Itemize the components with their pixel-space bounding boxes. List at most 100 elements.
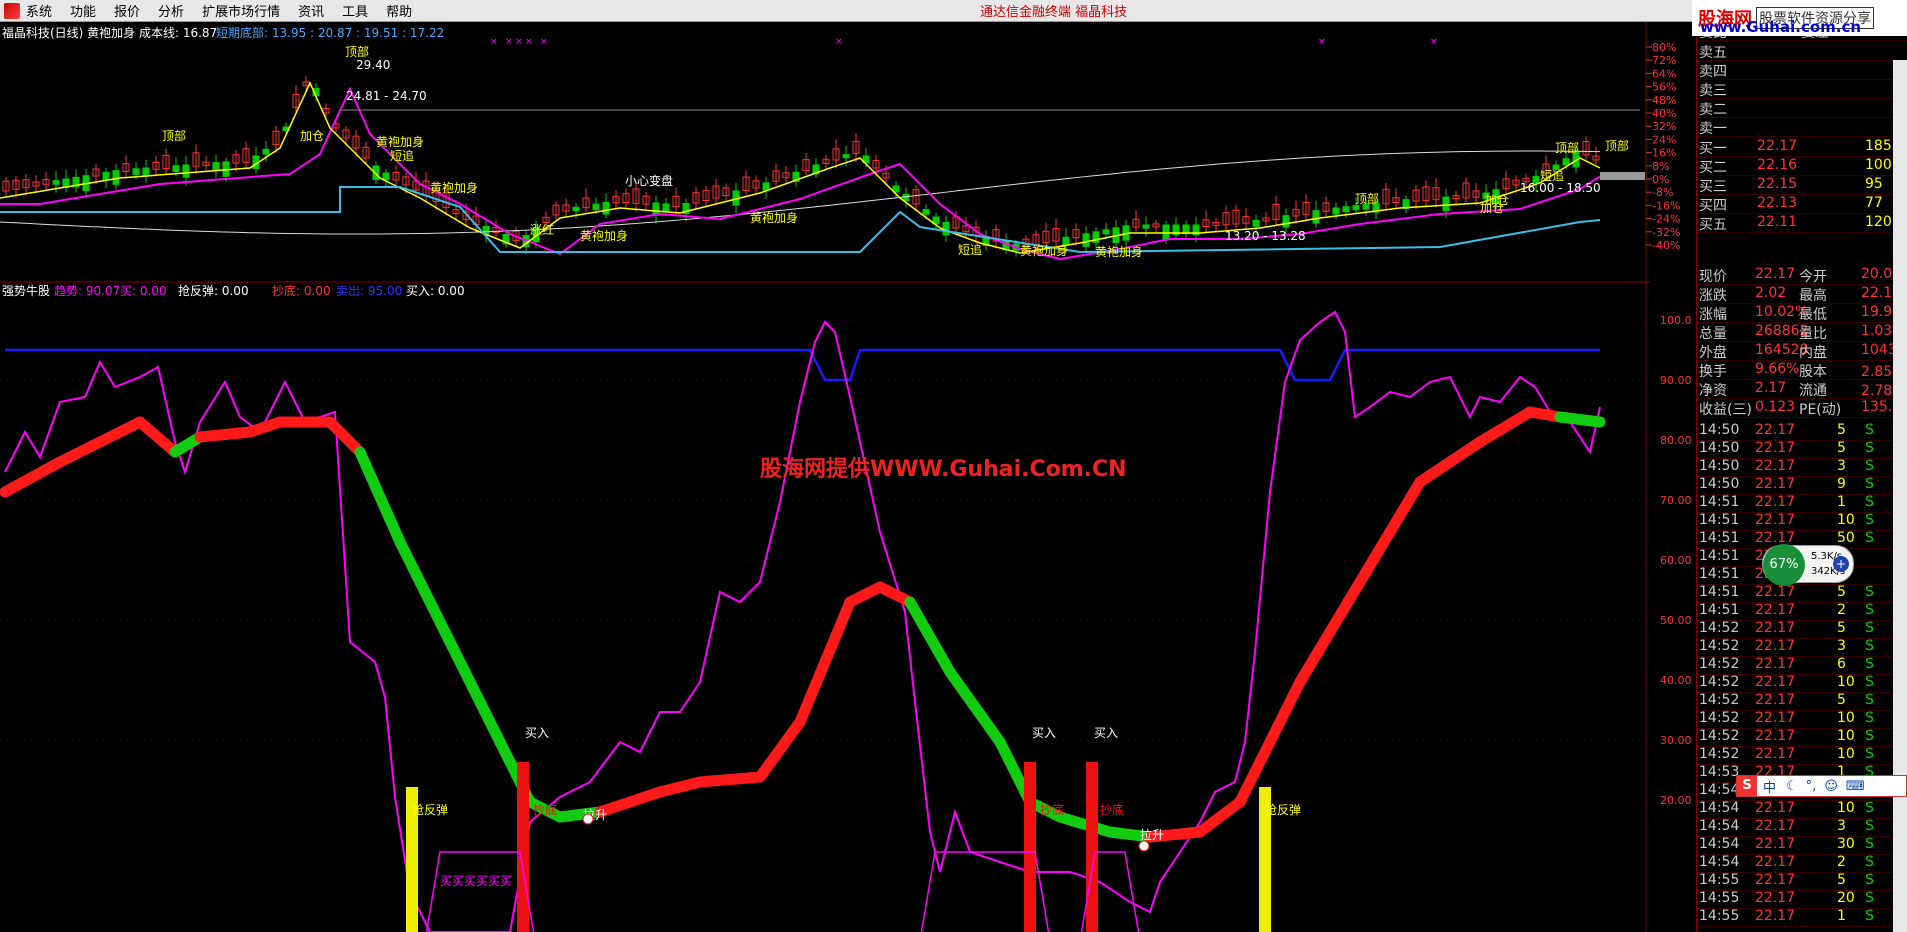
candle-body (182, 164, 190, 178)
signal-label: 黄袍加身 (750, 210, 798, 225)
tick-volume: 3 (1837, 638, 1846, 654)
tick-time: 14:51 (1699, 566, 1740, 582)
tick-volume: 10 (1837, 746, 1855, 762)
stat-row: 外盘164528内盘104334 (1697, 342, 1907, 361)
stat-label: 最低 (1799, 307, 1827, 323)
trading-terminal-window: 系统 功能 报价 分析 扩展市场行情 资讯 工具 帮助 通达信金融终端 福晶科技… (0, 0, 1907, 932)
strength-band-segment (1194, 796, 1246, 838)
strength-band-segment (594, 786, 666, 818)
signal-label: 29.40 (356, 58, 390, 72)
strength-band-segment (1294, 576, 1366, 688)
top-axis-label: 24% (1652, 133, 1676, 146)
tick-side: S (1865, 638, 1874, 654)
candle-body (602, 201, 610, 215)
strength-band-segment (394, 536, 456, 648)
bid-row: 买三 22.15 95 (1697, 176, 1907, 195)
signal-label: 小心变盘 (625, 173, 673, 188)
tick-side: S (1865, 836, 1874, 852)
tick-price: 22.17 (1755, 512, 1796, 528)
stat-row: 现价 22.17 今开 20.00 (1697, 266, 1907, 285)
signal-label: 24.81 - 24.70 (346, 89, 427, 103)
ime-mode-label[interactable]: 中 (1763, 777, 1776, 796)
bid-row: 买二 22.16 100 (1697, 157, 1907, 176)
candle-body (1312, 210, 1320, 224)
moon-icon[interactable]: ☾ (1786, 779, 1798, 794)
candle-body (262, 148, 270, 155)
tick-time: 14:52 (1699, 674, 1740, 690)
menu-help[interactable]: 帮助 (386, 1, 412, 20)
menu-analysis[interactable]: 分析 (158, 1, 184, 20)
window-caption: 通达信金融终端 福晶科技 (980, 5, 1128, 20)
bid-volume: 100 (1865, 157, 1892, 173)
bid-row: 买五 22.11 120 (1697, 214, 1907, 233)
network-meter-widget[interactable]: 67% 5.3K/s 342K/s + (1762, 544, 1854, 586)
strength-band-segment (904, 596, 956, 678)
signal-label: 顶部 (162, 128, 186, 143)
ma-magenta-line (0, 86, 1601, 261)
tick-price: 22.17 (1755, 890, 1796, 906)
candle-body (382, 172, 390, 181)
top-axis-label: -32% (1652, 226, 1680, 239)
menu-extended-market[interactable]: 扩展市场行情 (202, 1, 280, 20)
punctuation-icon[interactable]: °, (1806, 779, 1817, 794)
tick-volume: 10 (1837, 512, 1855, 528)
buy-signal-bar (517, 762, 529, 932)
tick-volume: 5 (1837, 692, 1846, 708)
keyboard-icon[interactable]: ⌨ (1846, 779, 1865, 794)
tick-row: 14:54 22.17 2 S (1697, 854, 1907, 873)
menu-function[interactable]: 功能 (70, 1, 96, 20)
tick-time: 14:55 (1699, 890, 1740, 906)
top-axis-label: 72% (1652, 54, 1676, 67)
menu-system[interactable]: 系统 (26, 1, 52, 20)
bottom-annotation: 抄底 (533, 802, 557, 817)
tick-price: 22.17 (1755, 494, 1796, 510)
tick-row: 14:51 22.17 2 S (1697, 602, 1907, 621)
tick-time: 14:51 (1699, 494, 1740, 510)
candle-body (842, 154, 850, 159)
stat-label: 现价 (1699, 269, 1727, 285)
candle-body (142, 167, 150, 177)
tick-time: 14:54 (1699, 818, 1740, 834)
tick-side: S (1865, 746, 1874, 762)
tick-side: S (1865, 458, 1874, 474)
bottom-axis-label: 100.0 (1660, 314, 1692, 327)
tick-time: 14:50 (1699, 476, 1740, 492)
tick-side: S (1865, 512, 1874, 528)
emoji-icon[interactable]: ☺ (1824, 779, 1838, 794)
bid-level-label: 买二 (1699, 160, 1727, 176)
tick-side: S (1865, 494, 1874, 510)
price-marker (1600, 172, 1645, 180)
menu-news[interactable]: 资讯 (298, 1, 324, 20)
bottom-axis-label: 40.00 (1660, 674, 1692, 687)
bottom-axis-label: 30.00 (1660, 734, 1692, 747)
side-toolbar[interactable] (1893, 60, 1907, 932)
top-marker: × (525, 37, 533, 47)
plus-icon[interactable]: + (1833, 556, 1849, 572)
bid-level-label: 买四 (1699, 198, 1727, 214)
tick-time: 14:54 (1699, 782, 1740, 798)
tick-volume: 1 (1837, 494, 1846, 510)
ask-row: 卖二 (1697, 99, 1907, 118)
tick-price: 22.17 (1755, 746, 1796, 762)
tick-side: S (1865, 530, 1874, 546)
menu-quote[interactable]: 报价 (114, 1, 140, 20)
candle-body (1142, 224, 1150, 229)
bid-volume: 95 (1865, 176, 1883, 192)
bid-price: 22.15 (1757, 176, 1798, 192)
bottom-axis-label: 20.00 (1660, 794, 1692, 807)
stat-value: 22.17 (1755, 266, 1796, 282)
ime-toolbar[interactable]: S 中 ☾ °, ☺ ⌨ (1736, 775, 1907, 797)
tick-time: 14:52 (1699, 710, 1740, 726)
tick-time: 14:52 (1699, 728, 1740, 744)
tick-time: 14:54 (1699, 800, 1740, 816)
menu-tools[interactable]: 工具 (342, 1, 368, 20)
tick-side: S (1865, 710, 1874, 726)
ask-row: 卖五 (1697, 42, 1907, 61)
strength-band-segment (134, 416, 181, 458)
tick-time: 14:52 (1699, 620, 1740, 636)
tick-side: S (1865, 800, 1874, 816)
tick-row: 14:52 22.17 10 S (1697, 710, 1907, 729)
top-panel-title: 福晶科技(日线) 黄袍加身 成本线: 16.87 (2, 26, 218, 40)
stat-value: 1.03 (1861, 323, 1893, 339)
signal-label: 加仓 (300, 129, 324, 143)
